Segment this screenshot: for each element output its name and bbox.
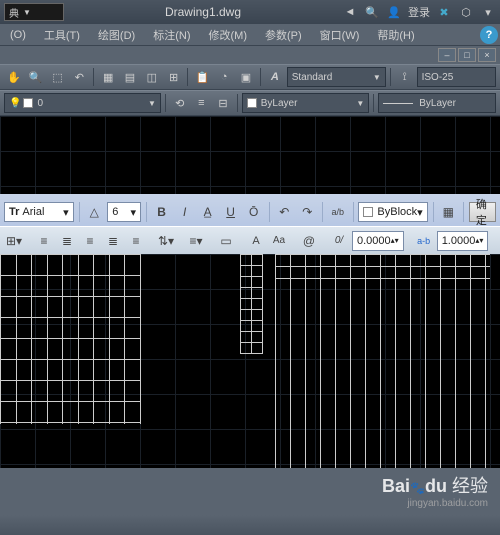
chevron-down-icon: ▾ [417,206,423,219]
align-left-icon[interactable]: ≡ [34,231,54,251]
undo-button[interactable]: ↶ [274,202,294,222]
font-button[interactable]: A̲ [198,202,218,222]
zoom-icon[interactable]: 🔍 [26,67,46,87]
menu-item-annotate[interactable]: 标注(N) [145,25,198,45]
drawing-canvas-top[interactable] [0,116,500,194]
close-button[interactable]: × [478,48,496,62]
align-center-icon[interactable]: ≣ [57,231,77,251]
align-dist-icon[interactable]: ≡ [126,231,146,251]
paw-icon: 🐾 [410,481,425,495]
italic-button[interactable]: I [175,202,195,222]
menu-bar: (O) 工具(T) 绘图(D) 标注(N) 修改(M) 参数(P) 窗口(W) … [0,24,500,46]
layer-color-swatch [23,98,33,108]
spinner-icon[interactable]: ▴▾ [475,236,483,245]
underline-button[interactable]: U [221,202,241,222]
toolbar-layers: 💡 0 ▼ ⟲ ≡ ⊟ ByLayer ▼ ByLayer [0,90,500,116]
paste-icon[interactable]: 📋 [192,67,212,87]
text-style-combo[interactable]: Standard ▼ [287,67,386,87]
chevron-down-icon: ▼ [140,99,156,108]
tracking-button[interactable]: a-b [414,231,434,251]
color-swatch [247,98,257,108]
layer-combo[interactable]: 💡 0 ▼ [4,93,161,113]
help-icon[interactable]: ? [480,26,498,44]
search-icon[interactable]: 🔍 [364,4,380,20]
chevron-down-icon: ▼ [348,99,364,108]
annotative-icon[interactable]: △ [84,202,104,222]
menu-item-tools[interactable]: 工具(T) [36,25,88,45]
menu-item-0[interactable]: (O) [2,27,34,43]
text-color-combo[interactable]: ByBlock ▾ [358,202,427,222]
dim-style-combo[interactable]: ISO-25 [417,67,496,87]
watermark: Bai🐾du 经验 jingyan.baidu.com [382,472,488,509]
workspace-label: 典 [9,5,19,20]
layer-status-icon: 💡 [9,98,21,109]
properties-icon[interactable]: ▦ [98,67,118,87]
status-bar [0,515,500,535]
tracking-input[interactable]: 1.0000 ▴▾ [437,231,489,251]
layer-prev-icon[interactable]: ⟲ [170,93,190,113]
font-combo[interactable]: Tr Arial ▾ [4,202,74,222]
tool-palette-icon[interactable]: ◫ [142,67,162,87]
layer-state-icon[interactable]: ≡ [192,93,212,113]
redo-button[interactable]: ↷ [297,202,317,222]
text-format-bar: Tr Arial ▾ △ 6 ▾ B I A̲ U Ō ↶ ↷ a/b ByBl… [0,198,500,226]
align-right-icon[interactable]: ≡ [80,231,100,251]
pan-icon[interactable]: ✋ [4,67,24,87]
block-icon[interactable]: ▣ [236,67,256,87]
chevron-down-icon: ▼ [365,73,381,82]
oblique-button[interactable]: 0/ [329,231,349,251]
confirm-button[interactable]: 确定 [469,202,496,222]
zoom-window-icon[interactable]: ⬚ [48,67,68,87]
dropdown-icon[interactable]: ▾ [480,4,496,20]
exchange-icon[interactable]: ✖ [436,4,452,20]
align-justify-icon[interactable]: ≣ [103,231,123,251]
sheet-icon[interactable]: ▤ [120,67,140,87]
case-button[interactable]: Aa [269,231,289,251]
chevron-down-icon: ▾ [63,206,69,219]
bold-button[interactable]: B [152,202,172,222]
ruler-icon[interactable]: ▦ [438,202,458,222]
font-size-combo[interactable]: 6 ▾ [107,202,141,222]
menu-item-window[interactable]: 窗口(W) [312,25,368,45]
text-format-bar-2: ⊞▾ ≡ ≣ ≡ ≣ ≡ ⇅▾ ≡▾ ▭ A Aa @ 0/ 0.0000 ▴▾… [0,226,500,254]
chevron-down-icon: ▼ [23,8,31,17]
uppercase-button[interactable]: A [246,231,266,251]
menu-item-help[interactable]: 帮助(H) [369,25,422,45]
maximize-button[interactable]: □ [458,48,476,62]
menu-item-modify[interactable]: 修改(M) [201,25,256,45]
document-title: Drawing1.dwg [64,5,342,19]
match-icon[interactable]: ◔ [214,67,234,87]
chevron-down-icon: ▾ [131,206,137,219]
drawing-canvas-bottom[interactable] [0,254,500,468]
field-icon[interactable]: ▭ [216,231,236,251]
line-space-icon[interactable]: ⇅▾ [156,231,176,251]
oblique-input[interactable]: 0.0000 ▴▾ [352,231,404,251]
spinner-icon[interactable]: ▴▾ [391,236,399,245]
toolbar-standard: ✋ 🔍 ⬚ ↶ ▦ ▤ ◫ ⊞ 📋 ◔ ▣ A Standard ▼ ⟟ ISO… [0,64,500,90]
menu-item-draw[interactable]: 绘图(D) [90,25,143,45]
columns-icon[interactable]: ⊞▾ [4,231,24,251]
color-swatch [363,207,373,217]
nav-left-icon[interactable]: ◄ [342,4,358,20]
symbol-button[interactable]: @ [299,231,319,251]
linetype-combo[interactable]: ByLayer [378,93,496,113]
text-style-icon[interactable]: A [265,67,285,87]
login-label[interactable]: 登录 [408,4,430,20]
dim-style-icon[interactable]: ⟟ [395,67,415,87]
stack-button[interactable]: a/b [328,202,348,222]
zoom-prev-icon[interactable]: ↶ [69,67,89,87]
user-icon[interactable]: 👤 [386,4,402,20]
numbering-icon[interactable]: ≡▾ [186,231,206,251]
color-combo[interactable]: ByLayer ▼ [242,93,370,113]
truetype-icon: Tr [9,206,19,218]
workspace-combo[interactable]: 典 ▼ [4,3,64,21]
calc-icon[interactable]: ⊞ [164,67,184,87]
menu-item-params[interactable]: 参数(P) [257,25,310,45]
line-preview [383,103,413,104]
layer-iso-icon[interactable]: ⊟ [213,93,233,113]
minimize-button[interactable]: – [438,48,456,62]
overline-button[interactable]: Ō [244,202,264,222]
app-icon[interactable]: ⬡ [458,4,474,20]
